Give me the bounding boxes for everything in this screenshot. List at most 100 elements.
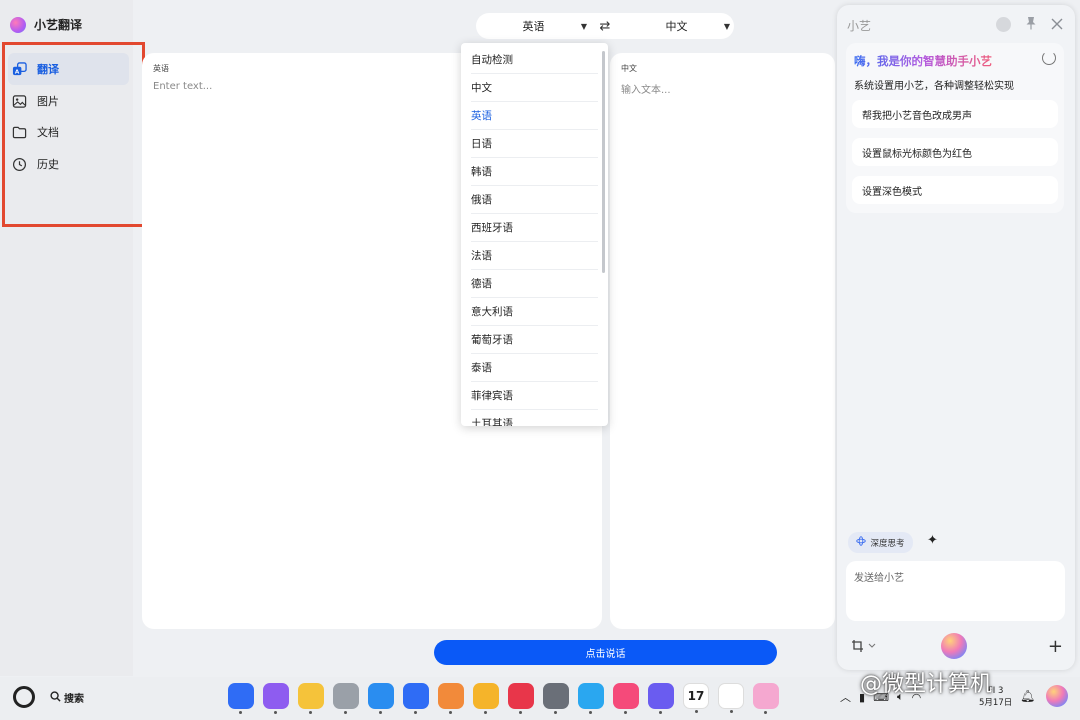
running-indicator	[344, 711, 347, 714]
app-title: 小艺翻译	[10, 16, 82, 33]
plus-icon[interactable]: +	[1048, 636, 1063, 657]
refresh-icon[interactable]	[1042, 51, 1056, 65]
language-option[interactable]: 日语	[471, 130, 598, 158]
assistant-panel: 小艺 嗨，我是你的智慧助手小艺 系统设置用小艺，各种调整轻松实现 帮我把小艺音色…	[837, 5, 1075, 670]
chevron-up-icon[interactable]: ︿	[840, 689, 851, 705]
vpn-app-icon[interactable]	[578, 683, 604, 714]
target-language-select[interactable]: 中文 ▼	[619, 13, 734, 39]
language-bar: 英语 ▼ ⇄ 中文 ▼	[476, 13, 734, 39]
folder-icon	[11, 124, 27, 140]
running-indicator	[554, 711, 557, 714]
language-option-list: 自动检测 中文 英语 日语 韩语 俄语 西班牙语 法语 德语 意大利语 葡萄牙语 泰语 菲律宾语 土耳其语	[461, 43, 608, 426]
sidebar-item-label: 图片	[37, 95, 59, 108]
suggestion-chip[interactable]: 帮我把小艺音色改成男声	[852, 100, 1058, 128]
calendar-app-icon[interactable]: 17	[683, 683, 709, 713]
sidebar-item-label: 历史	[37, 158, 59, 171]
assistant-greeting-card: 嗨，我是你的智慧助手小艺 系统设置用小艺，各种调整轻松实现 帮我把小艺音色改成男…	[846, 43, 1064, 213]
language-option[interactable]: 土耳其语	[471, 410, 598, 426]
sidebar-item-document[interactable]: 文档	[8, 116, 129, 148]
trash-app-icon[interactable]	[333, 683, 359, 714]
sidebar-item-label: 文档	[37, 126, 59, 139]
atom-icon	[856, 536, 867, 549]
settings-app-icon[interactable]	[543, 683, 569, 714]
caret-down-icon: ▼	[723, 21, 730, 31]
appgallery-app-icon[interactable]	[508, 683, 534, 714]
source-text-input[interactable]: Enter text...	[153, 81, 212, 92]
crop-icon[interactable]	[851, 639, 877, 656]
sidebar-item-image[interactable]: 图片	[8, 85, 129, 117]
running-indicator	[659, 711, 662, 714]
pin-icon[interactable]	[1025, 15, 1037, 34]
sidebar-item-label: 翻译	[37, 63, 59, 76]
running-indicator	[309, 711, 312, 714]
source-language-label: 英语	[153, 64, 169, 73]
language-dropdown: 自动检测 中文 英语 日语 韩语 俄语 西班牙语 法语 德语 意大利语 葡萄牙语 泰语 菲律宾语 土耳其语	[461, 43, 608, 426]
music-app-icon[interactable]	[648, 683, 674, 714]
clock-date: 5月17日	[979, 698, 1013, 708]
taskbar-search[interactable]: 搜索	[50, 690, 84, 705]
assistant-greeting: 嗨，我是你的智慧助手小艺	[854, 54, 992, 68]
avatar[interactable]	[996, 17, 1011, 32]
wps-app-icon[interactable]	[718, 683, 744, 713]
sidebar: 小艺翻译 A 翻译 图片 文档 历史	[0, 0, 145, 676]
swap-languages-button[interactable]: ⇄	[591, 19, 619, 34]
douyin-app-icon[interactable]	[613, 683, 639, 714]
deep-think-label: 深度思考	[870, 538, 905, 549]
search-icon	[50, 690, 61, 705]
target-language-label: 中文	[621, 64, 637, 73]
language-option[interactable]: 韩语	[471, 158, 598, 186]
running-indicator	[624, 711, 627, 714]
gallery-app-icon[interactable]	[438, 683, 464, 714]
watermark-text: @微型计算机	[860, 672, 993, 697]
assistant-message-input[interactable]: 发送给小艺	[846, 561, 1065, 621]
language-option[interactable]: 中文	[471, 74, 598, 102]
language-option[interactable]: 葡萄牙语	[471, 326, 598, 354]
deep-think-toggle[interactable]: 深度思考	[848, 532, 913, 553]
suggestion-chip[interactable]: 设置鼠标光标颜色为红色	[852, 138, 1058, 166]
target-text-panel: 中文 输入文本...	[610, 53, 835, 629]
image-icon	[11, 93, 27, 109]
running-indicator	[695, 710, 698, 713]
voice-orb-button[interactable]	[941, 633, 967, 659]
caret-down-icon: ▼	[580, 21, 587, 31]
language-option[interactable]: 菲律宾语	[471, 382, 598, 410]
source-language-value: 英语	[522, 20, 545, 33]
language-option[interactable]: 意大利语	[471, 298, 598, 326]
app-logo-icon	[10, 16, 26, 33]
grid-app-icon[interactable]	[228, 683, 254, 714]
running-indicator	[589, 711, 592, 714]
start-button[interactable]	[13, 686, 35, 708]
sidebar-item-history[interactable]: 历史	[8, 148, 129, 180]
running-indicator	[379, 711, 382, 714]
running-indicator	[449, 711, 452, 714]
clock-icon	[11, 156, 27, 172]
xiaoyi-app-icon[interactable]	[753, 683, 779, 714]
window-app-icon[interactable]	[263, 683, 289, 714]
sidebar-item-translate[interactable]: A 翻译	[8, 53, 129, 85]
assistant-subtitle: 系统设置用小艺，各种调整轻松实现	[854, 81, 1014, 92]
taskbar-apps: 17	[228, 683, 779, 714]
close-icon[interactable]	[1051, 15, 1063, 34]
bell-icon[interactable]: 🔔︎	[1020, 689, 1035, 703]
language-option[interactable]: 泰语	[471, 354, 598, 382]
language-option[interactable]: 俄语	[471, 186, 598, 214]
suggestion-chip[interactable]: 设置深色模式	[852, 176, 1058, 204]
files-app-icon[interactable]	[298, 683, 324, 714]
sparkle-icon[interactable]: ✦	[927, 533, 938, 548]
language-option[interactable]: 西班牙语	[471, 214, 598, 242]
cards-app-icon[interactable]	[473, 683, 499, 714]
language-option[interactable]: 英语	[471, 102, 598, 130]
xiaoyi-orb-button[interactable]	[1046, 685, 1068, 707]
dropdown-scrollbar[interactable]	[602, 51, 605, 273]
browser-app-icon[interactable]	[368, 683, 394, 714]
swap-icon: ⇄	[599, 18, 611, 34]
source-language-select[interactable]: 英语 ▼	[476, 13, 591, 39]
assistant-title: 小艺	[847, 19, 872, 33]
language-option[interactable]: 法语	[471, 242, 598, 270]
running-indicator	[484, 711, 487, 714]
mail-app-icon[interactable]	[403, 683, 429, 714]
language-option[interactable]: 德语	[471, 270, 598, 298]
target-text-input[interactable]: 输入文本...	[621, 81, 671, 96]
language-option[interactable]: 自动检测	[471, 46, 598, 74]
speak-button[interactable]: 点击说话	[434, 640, 777, 665]
